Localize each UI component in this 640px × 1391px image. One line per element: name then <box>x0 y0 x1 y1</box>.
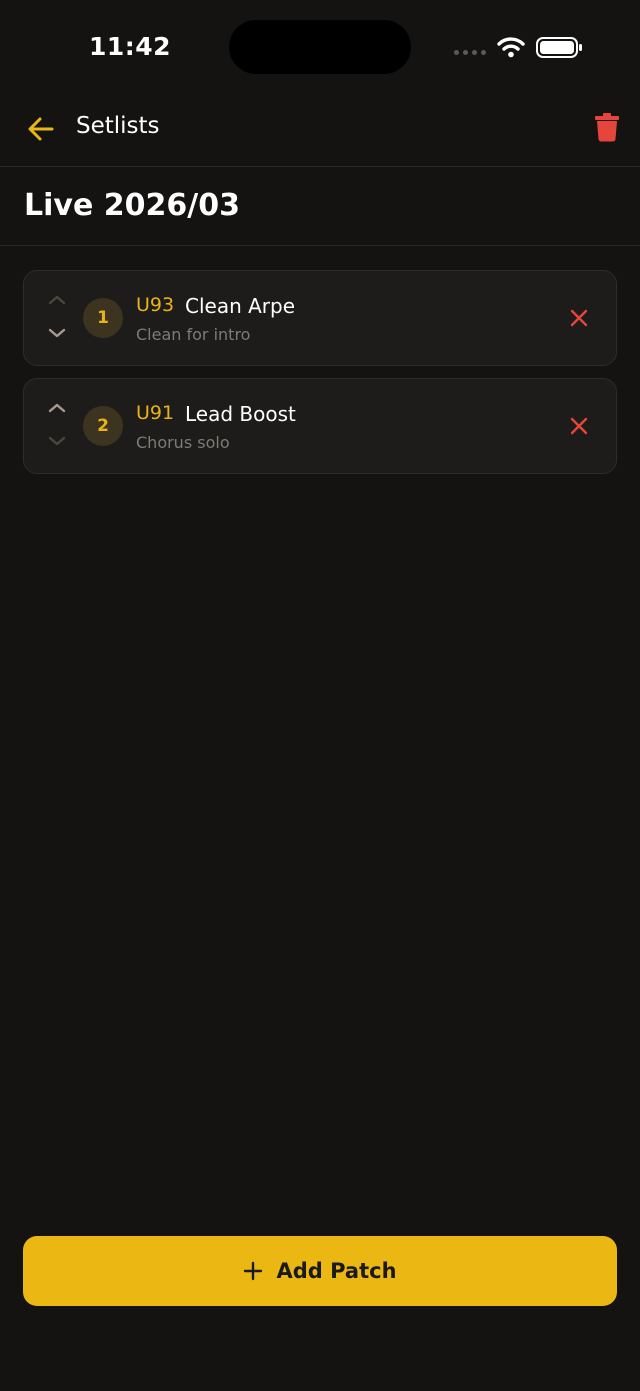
patch-list-item[interactable]: 2 U91 Lead Boost Chorus solo <box>23 378 617 474</box>
top-navigation-bar: Setlists <box>0 96 640 167</box>
battery-icon <box>536 37 582 58</box>
setlist-screen: 11:42 Setlists Live 2026/03 1 U93 Clean … <box>0 0 640 1391</box>
close-icon[interactable] <box>569 416 589 436</box>
wifi-icon <box>497 37 525 58</box>
patch-name: Clean Arpe <box>185 294 296 318</box>
patch-note: Chorus solo <box>136 433 230 452</box>
add-patch-label: Add Patch <box>276 1259 397 1283</box>
header-title: Setlists <box>76 113 160 139</box>
status-time: 11:42 <box>89 32 172 61</box>
page-title: Live 2026/03 <box>24 188 240 223</box>
trash-icon[interactable] <box>594 112 620 142</box>
cellular-signal-icon <box>454 50 488 58</box>
patch-list-item[interactable]: 1 U93 Clean Arpe Clean for intro <box>23 270 617 366</box>
chevron-down-icon[interactable] <box>46 326 68 340</box>
reorder-controls <box>46 401 68 451</box>
chevron-down-icon[interactable] <box>46 434 68 448</box>
add-patch-button[interactable]: Add Patch <box>23 1236 617 1306</box>
position-badge: 2 <box>83 406 123 446</box>
chevron-up-icon[interactable] <box>46 401 68 415</box>
patch-code: U93 <box>136 294 175 316</box>
patch-code: U91 <box>136 402 175 424</box>
arrow-left-icon[interactable] <box>26 114 56 144</box>
setlist-title-bar: Live 2026/03 <box>0 167 640 246</box>
plus-icon <box>244 1261 263 1281</box>
patch-note: Clean for intro <box>136 325 251 344</box>
status-bar: 11:42 <box>0 0 640 96</box>
dynamic-island <box>229 20 411 74</box>
reorder-controls <box>46 293 68 343</box>
chevron-up-icon[interactable] <box>46 293 68 307</box>
patch-name: Lead Boost <box>185 402 296 426</box>
position-badge: 1 <box>83 298 123 338</box>
close-icon[interactable] <box>569 308 589 328</box>
